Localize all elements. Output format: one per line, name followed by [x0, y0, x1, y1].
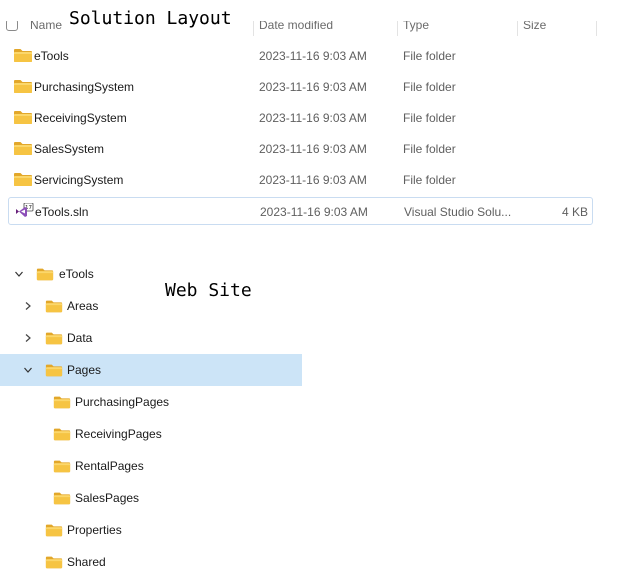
tree-item-label: PurchasingPages: [75, 395, 170, 409]
folder-icon: [13, 109, 33, 125]
file-row[interactable]: PurchasingSystem 2023-11-16 9:03 AM File f…: [8, 73, 593, 101]
folder-icon: [13, 171, 33, 187]
folder-icon: [53, 458, 71, 474]
file-row[interactable]: 17 eTools.sln 2023-11-16 9:03 AM Visual St…: [8, 197, 593, 225]
tree-item-data[interactable]: Data: [0, 322, 302, 354]
column-divider[interactable]: [517, 20, 518, 36]
solution-explorer-tree: eTools Areas Data Pages PurchasingPages …: [0, 258, 302, 579]
tree-item-label: SalesPages: [75, 491, 140, 505]
file-name: PurchasingSystem: [34, 80, 135, 94]
tree-item-etools[interactable]: eTools: [0, 258, 302, 290]
file-date-modified: 2023-11-16 9:03 AM: [259, 49, 367, 63]
file-type: File folder: [403, 80, 456, 94]
tree-item-label: Data: [67, 331, 93, 345]
file-type: Visual Studio Solu...: [404, 205, 512, 219]
tree-item-salespages[interactable]: SalesPages: [0, 482, 302, 514]
tree-item-label: eTools: [59, 267, 94, 281]
file-date-modified: 2023-11-16 9:03 AM: [260, 205, 368, 219]
chevron-down-icon[interactable]: [14, 268, 24, 278]
folder-icon: [53, 426, 71, 442]
file-date-modified: 2023-11-16 9:03 AM: [259, 111, 367, 125]
tree-item-label: Shared: [67, 555, 106, 569]
file-name: eTools: [34, 49, 69, 63]
tree-item-label: ReceivingPages: [75, 427, 162, 441]
file-type: File folder: [403, 49, 456, 63]
folder-icon: [45, 522, 63, 538]
tree-item-shared[interactable]: Shared: [0, 546, 302, 578]
file-row[interactable]: ServicingSystem 2023-11-16 9:03 AM File fo…: [8, 166, 593, 194]
tree-item-purchasingpages[interactable]: PurchasingPages: [0, 386, 302, 418]
solution-layout-title-overlay: Solution Layout: [69, 8, 232, 29]
folder-icon: [13, 78, 33, 94]
chevron-right-icon[interactable]: [23, 332, 33, 342]
tree-item-areas[interactable]: Areas: [0, 290, 302, 322]
file-name: SalesSystem: [34, 142, 105, 156]
tree-item-label: Areas: [67, 299, 99, 313]
tree-item-label: Properties: [67, 523, 122, 537]
file-name: eTools.sln: [35, 205, 89, 219]
file-name: ServicingSystem: [34, 173, 124, 187]
folder-icon: [13, 140, 33, 156]
folder-icon: [53, 490, 71, 506]
folder-icon: [45, 298, 63, 314]
file-date-modified: 2023-11-16 9:03 AM: [259, 80, 367, 94]
folder-icon: [13, 47, 33, 63]
file-row[interactable]: eTools 2023-11-16 9:03 AM File folder: [8, 42, 593, 70]
file-type: File folder: [403, 142, 456, 156]
tree-item-label: Pages: [67, 363, 102, 377]
tree-item-pages[interactable]: Pages: [0, 354, 302, 386]
folder-icon: [45, 554, 63, 570]
tree-item-label: RentalPages: [75, 459, 144, 473]
column-divider[interactable]: [596, 20, 597, 36]
folder-icon: [36, 266, 54, 282]
column-divider[interactable]: [253, 20, 254, 36]
tree-item-receivingpages[interactable]: ReceivingPages: [0, 418, 302, 450]
folder-icon: [53, 394, 71, 410]
chevron-down-icon[interactable]: [23, 364, 33, 374]
column-divider[interactable]: [397, 20, 398, 36]
file-explorer-list: Name Date modified Type Size Solution La…: [0, 0, 600, 232]
folder-icon: [45, 362, 63, 378]
file-size: 4 KB: [561, 205, 588, 219]
file-date-modified: 2023-11-16 9:03 AM: [259, 173, 367, 187]
tree-item-rentalpages[interactable]: RentalPages: [0, 450, 302, 482]
visual-studio-solution-icon: 17: [14, 202, 34, 219]
file-row[interactable]: ReceivingSystem 2023-11-16 9:03 AM File fo…: [8, 104, 593, 132]
file-type: File folder: [403, 173, 456, 187]
file-type: File folder: [403, 111, 456, 125]
folder-icon: [45, 330, 63, 346]
file-row[interactable]: SalesSystem 2023-11-16 9:03 AM File folder: [8, 135, 593, 163]
file-date-modified: 2023-11-16 9:03 AM: [259, 142, 367, 156]
file-name: ReceivingSystem: [34, 111, 127, 125]
chevron-right-icon[interactable]: [23, 300, 33, 310]
tree-item-properties[interactable]: Properties: [0, 514, 302, 546]
